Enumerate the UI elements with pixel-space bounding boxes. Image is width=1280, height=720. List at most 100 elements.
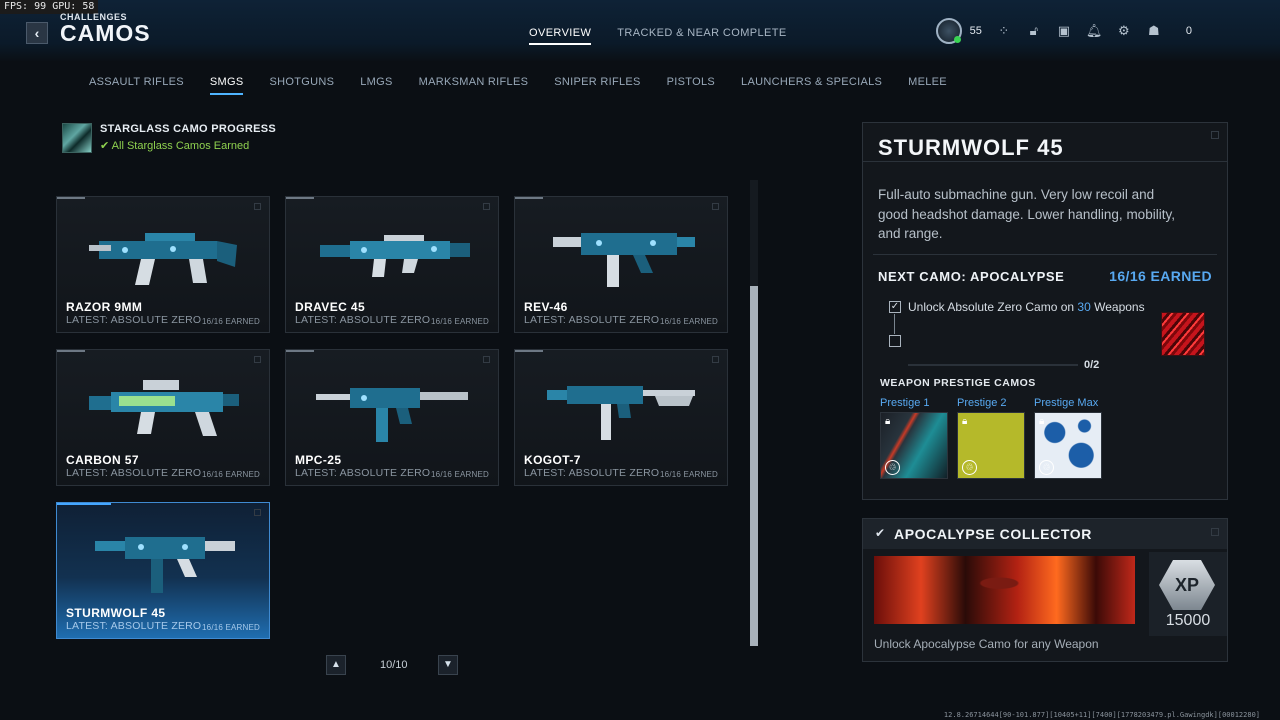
next-camo-earned: 16/16 EARNED xyxy=(1109,268,1212,284)
apocalypse-camo-thumbnail[interactable] xyxy=(1161,312,1205,356)
challenge-count: 30 xyxy=(1077,300,1091,314)
weapon-image-carbon-57 xyxy=(89,380,239,436)
scrollbar-thumb[interactable] xyxy=(750,286,758,646)
prestige-camo-1[interactable]: Prestige 1 🔒︎ ♲ xyxy=(880,397,948,479)
weapon-card[interactable]: MPC-25 LATEST: ABSOLUTE ZERO 16/16 EARNE… xyxy=(285,349,499,486)
social-icon[interactable]: ⁘ xyxy=(996,23,1012,39)
panel-corner-icon xyxy=(1211,131,1219,139)
store-icon[interactable]: ▣ xyxy=(1056,23,1072,39)
bell-icon[interactable]: 🔔︎ xyxy=(1086,23,1103,39)
challenge-text: Unlock Absolute Zero Camo on 30 Weapons xyxy=(908,300,1145,314)
prestige-camo-2[interactable]: Prestige 2 🔒︎ ♲ xyxy=(957,397,1025,479)
starglass-status: ✔ All Starglass Camos Earned xyxy=(100,139,276,152)
tab-marksman-rifles[interactable]: MARKSMAN RIFLES xyxy=(419,76,529,95)
tab-pistols[interactable]: PISTOLS xyxy=(667,76,715,95)
tab-lmgs[interactable]: LMGS xyxy=(360,76,392,95)
weapon-card[interactable]: REV-46 LATEST: ABSOLUTE ZERO 16/16 EARNE… xyxy=(514,196,728,333)
prestige-icon: ♲ xyxy=(885,460,900,475)
friends-count: 0 xyxy=(1185,25,1192,37)
fps-value: 99 xyxy=(34,1,47,12)
settings-icon[interactable]: ⚙ xyxy=(1116,23,1132,39)
next-camo-label: NEXT CAMO: APOCALYPSE xyxy=(878,269,1065,284)
online-dot xyxy=(953,36,961,43)
card-accent xyxy=(286,197,314,199)
card-accent xyxy=(57,350,85,352)
weapon-image-razor-9mm xyxy=(89,233,237,285)
weapon-card[interactable]: RAZOR 9MM LATEST: ABSOLUTE ZERO 16/16 EA… xyxy=(56,196,270,333)
build-string: 12.8.26714644[90-101.877][10405+11][7400… xyxy=(943,711,1260,719)
chevron-up-icon: ▲ xyxy=(331,659,341,670)
prestige-swatch: 🔒︎ ♲ xyxy=(957,412,1025,479)
tab-melee[interactable]: MELEE xyxy=(908,76,947,95)
weapon-earned: 16/16 EARNED xyxy=(660,317,718,326)
card-corner-icon xyxy=(254,356,261,363)
weapon-earned: 16/16 EARNED xyxy=(202,623,260,632)
friends-icon[interactable]: ☗ xyxy=(1146,23,1162,39)
detail-description: Full-auto submachine gun. Very low recoi… xyxy=(878,187,1175,241)
challenge-prefix: Unlock Absolute Zero Camo on xyxy=(908,300,1078,314)
fps-label: FPS: xyxy=(4,1,29,12)
lock-icon: 🔒︎ xyxy=(885,416,891,427)
tab-tracked-near-complete[interactable]: TRACKED & NEAR COMPLETE xyxy=(617,27,786,45)
checkbox-empty-icon xyxy=(889,335,901,347)
weapon-card[interactable]: DRAVEC 45 LATEST: ABSOLUTE ZERO 16/16 EA… xyxy=(285,196,499,333)
lock-icon: 🔒︎ xyxy=(1039,416,1045,427)
challenge-progress-text: 0/2 xyxy=(1084,359,1100,371)
page-title: CAMOS xyxy=(60,20,151,46)
weapon-image-sturmwolf-45 xyxy=(95,537,235,593)
card-accent xyxy=(515,197,543,199)
page-indicator: 10/10 xyxy=(380,659,408,671)
weapon-latest: LATEST: ABSOLUTE ZERO xyxy=(524,314,660,326)
hud-bar: 55 ⁘ 🔓︎ ▣ 🔔︎ ⚙ ☗ 0 xyxy=(935,18,1192,44)
pager: ▲ 10/10 ▼ xyxy=(326,655,460,677)
challenge-suffix: Weapons xyxy=(1090,300,1145,314)
prestige-camo-max[interactable]: Prestige Max 🔒︎ ♲ xyxy=(1034,397,1102,479)
weapon-name: REV-46 xyxy=(524,300,568,314)
card-corner-icon xyxy=(483,203,490,210)
card-corner-icon xyxy=(254,203,261,210)
tab-sniper-rifles[interactable]: SNIPER RIFLES xyxy=(554,76,640,95)
page-up-button[interactable]: ▲ xyxy=(326,655,346,675)
prestige-icon: ♲ xyxy=(1039,460,1054,475)
xp-reward: XP 15000 xyxy=(1149,552,1227,636)
tab-overview[interactable]: OVERVIEW xyxy=(529,27,592,45)
checklist-connector xyxy=(894,314,895,334)
weapon-latest: LATEST: ABSOLUTE ZERO xyxy=(66,467,202,479)
card-corner-icon xyxy=(483,356,490,363)
card-accent xyxy=(286,350,314,352)
collector-description: Unlock Apocalypse Camo for any Weapon xyxy=(874,637,1099,651)
level-badge-icon[interactable] xyxy=(935,18,962,44)
panel-corner-icon xyxy=(1211,528,1219,536)
weapon-card-selected[interactable]: STURMWOLF 45 LATEST: ABSOLUTE ZERO 16/16… xyxy=(56,502,270,639)
challenge-progress-bar xyxy=(908,364,1078,366)
weapon-card[interactable]: KOGOT-7 LATEST: ABSOLUTE ZERO 16/16 EARN… xyxy=(514,349,728,486)
weapon-image-mpc-25 xyxy=(316,388,468,442)
weapon-card[interactable]: CARBON 57 LATEST: ABSOLUTE ZERO 16/16 EA… xyxy=(56,349,270,486)
weapon-earned: 16/16 EARNED xyxy=(431,470,489,479)
collector-artwork xyxy=(874,556,1135,624)
checkmark-icon: ✔ xyxy=(100,140,110,152)
grid-scrollbar[interactable] xyxy=(750,180,758,646)
weapon-name: KOGOT-7 xyxy=(524,453,581,467)
starglass-title: STARGLASS CAMO PROGRESS xyxy=(100,123,276,135)
tab-assault-rifles[interactable]: ASSAULT RIFLES xyxy=(89,76,184,95)
prestige-label: Prestige 2 xyxy=(957,397,1007,409)
prestige-label: Prestige 1 xyxy=(880,397,930,409)
weapon-latest: LATEST: ABSOLUTE ZERO xyxy=(66,314,202,326)
chevron-left-icon: ‹ xyxy=(34,25,40,41)
tab-shotguns[interactable]: SHOTGUNS xyxy=(269,76,334,95)
weapon-image-dravec-45 xyxy=(320,235,470,277)
divider xyxy=(863,161,1227,162)
prestige-swatch: 🔒︎ ♲ xyxy=(1034,412,1102,479)
xp-badge-icon: XP xyxy=(1159,560,1215,610)
lock-icon[interactable]: 🔓︎ xyxy=(1026,23,1042,39)
card-accent xyxy=(57,197,85,199)
weapon-name: MPC-25 xyxy=(295,453,342,467)
weapon-name: DRAVEC 45 xyxy=(295,300,366,314)
tab-smgs[interactable]: SMGS xyxy=(209,76,244,95)
page-down-button[interactable]: ▼ xyxy=(438,655,458,675)
gpu-value: 58 xyxy=(82,1,95,12)
tab-launchers-specials[interactable]: LAUNCHERS & SPECIALS xyxy=(741,76,882,95)
back-button[interactable]: ‹ xyxy=(26,22,48,44)
collector-panel[interactable]: ✔ APOCALYPSE COLLECTOR XP 15000 Unlock A… xyxy=(862,518,1228,662)
